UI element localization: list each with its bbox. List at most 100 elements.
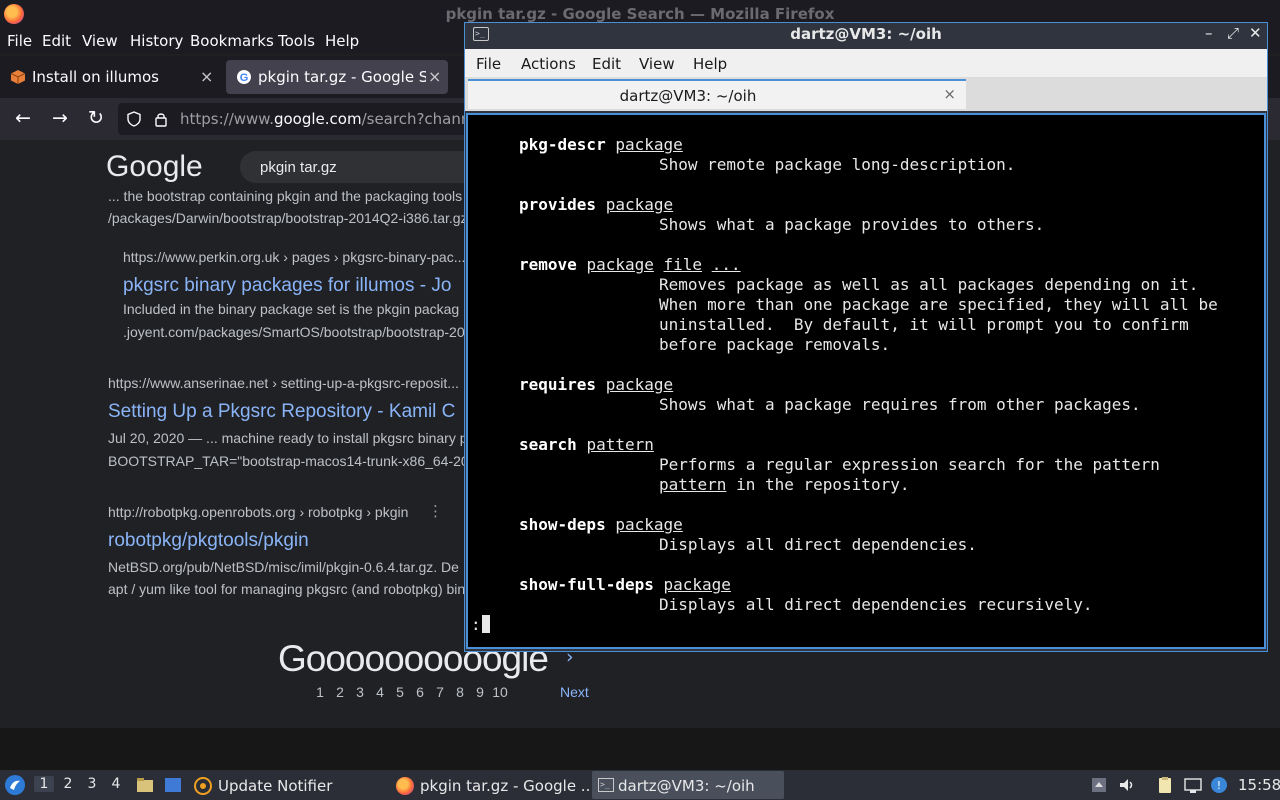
terminal-titlebar[interactable]: >_ dartz@VM3: ~/oih – ⤢ ✕	[465, 23, 1267, 45]
taskbar-update-notifier[interactable]: Update Notifier	[190, 771, 386, 799]
menu-history[interactable]: History	[130, 32, 183, 50]
result-title[interactable]: pkgsrc binary packages for illumos - Jo	[123, 275, 451, 297]
firefox-icon	[396, 777, 414, 795]
pager-numbers: 1 2 3 4 5 6 7 8 9 10	[310, 684, 510, 700]
clipboard-icon[interactable]	[1156, 776, 1174, 794]
minimize-icon[interactable]: –	[1205, 24, 1213, 42]
network-icon[interactable]	[1184, 776, 1202, 794]
terminal-cursor	[482, 615, 490, 633]
tab-install-on-illumos[interactable]: Install on illumos ×	[0, 60, 222, 94]
close-icon[interactable]: ✕	[1249, 24, 1262, 42]
result-snippet: apt / yum like tool for managing pkgsrc …	[108, 581, 466, 597]
man-entry-description: Show remote package long-description.	[659, 155, 1016, 174]
tab-close-icon[interactable]: ×	[200, 67, 213, 86]
term-menu-file[interactable]: File	[476, 55, 501, 73]
page-6[interactable]: 6	[410, 684, 430, 700]
eject-icon[interactable]	[1090, 776, 1108, 794]
show-desktop-icon[interactable]	[164, 776, 182, 794]
workspace-1[interactable]: 1	[34, 776, 54, 792]
man-entry-description: Shows what a package provides to others.	[659, 215, 1045, 234]
page-5[interactable]: 5	[390, 684, 410, 700]
result-snippet: Jul 20, 2020 — ... machine ready to inst…	[108, 430, 468, 446]
package-icon	[10, 70, 26, 84]
url-text: https://www.google.com/search?channel	[180, 110, 484, 128]
page-10[interactable]: 10	[490, 684, 510, 700]
menu-file[interactable]: File	[7, 32, 32, 50]
terminal-output[interactable]: pkg-descr package Show remote package lo…	[466, 113, 1266, 649]
menu-edit[interactable]: Edit	[42, 32, 71, 50]
shield-icon[interactable]	[126, 111, 142, 127]
taskbar: 1 2 3 4 Update Notifier pkgin tar.gz - G…	[0, 770, 1280, 800]
man-entry-description: Displays all direct dependencies recursi…	[659, 595, 1093, 614]
tab-close-icon[interactable]: ×	[428, 67, 441, 86]
result-snippet: BOOTSTRAP_TAR="bootstrap-macos14-trunk-x…	[108, 453, 469, 469]
back-icon[interactable]: ←	[15, 107, 31, 129]
man-entry-description: Shows what a package requires from other…	[659, 395, 1141, 414]
result-title[interactable]: Setting Up a Pkgsrc Repository - Kamil C	[108, 401, 455, 423]
workspace-2[interactable]: 2	[58, 776, 78, 792]
taskbar-firefox[interactable]: pkgin tar.gz - Google ...	[392, 771, 595, 799]
workspace-4[interactable]: 4	[106, 776, 126, 792]
firefox-window-title: pkgin tar.gz - Google Search — Mozilla F…	[445, 5, 835, 23]
result-snippet: ... the bootstrap containing pkgin and t…	[108, 188, 463, 204]
man-entry-description: Displays all direct dependencies.	[659, 535, 977, 554]
terminal-window: >_ dartz@VM3: ~/oih – ⤢ ✕ File Actions E…	[464, 22, 1268, 652]
taskbar-terminal[interactable]: >_ dartz@VM3: ~/oih	[592, 771, 784, 799]
lock-icon[interactable]	[154, 111, 168, 127]
maximize-icon[interactable]: ⤢	[1227, 24, 1239, 42]
menu-help[interactable]: Help	[325, 32, 359, 50]
terminal-icon: >_	[598, 778, 614, 792]
result-snippet: .joyent.com/packages/SmartOS/bootstrap/b…	[123, 324, 465, 340]
clock[interactable]: 15:58	[1238, 776, 1280, 794]
man-entry-command: show-deps package	[519, 515, 683, 534]
terminal-tab[interactable]: dartz@VM3: ~/oih ×	[468, 79, 966, 109]
page-4[interactable]: 4	[370, 684, 390, 700]
result-title[interactable]: robotpkg/pkgtools/pkgin	[108, 530, 309, 552]
tab-google-search[interactable]: G pkgin tar.gz - Google Sea ×	[226, 60, 448, 94]
man-entry-command: pkg-descr package	[519, 135, 683, 154]
notification-icon[interactable]: !	[1210, 776, 1228, 794]
pager-next-link[interactable]: Next	[560, 684, 589, 700]
menu-tools[interactable]: Tools	[278, 32, 315, 50]
page-3[interactable]: 3	[350, 684, 370, 700]
volume-icon[interactable]	[1118, 776, 1136, 794]
man-entry-description: pattern in the repository.	[659, 475, 910, 494]
term-menu-view[interactable]: View	[639, 55, 675, 73]
menu-bookmarks[interactable]: Bookmarks	[190, 32, 274, 50]
start-menu-icon[interactable]	[4, 774, 26, 796]
google-logo[interactable]: Google	[106, 150, 203, 184]
page-7[interactable]: 7	[430, 684, 450, 700]
man-entry-command: requires package	[519, 375, 674, 394]
result-snippet: /packages/Darwin/bootstrap/bootstrap-201…	[108, 210, 468, 226]
term-menu-help[interactable]: Help	[693, 55, 727, 73]
man-entry-command: provides package	[519, 195, 674, 214]
terminal-tab-close-icon[interactable]: ×	[943, 85, 956, 103]
man-entry-command: remove package file ...	[519, 255, 741, 274]
page-9[interactable]: 9	[470, 684, 490, 700]
result-cite[interactable]: https://www.perkin.org.uk › pages › pkgs…	[123, 249, 465, 265]
result-snippet: Included in the binary package set is th…	[123, 301, 460, 317]
page-1: 1	[316, 684, 324, 700]
workspace-3[interactable]: 3	[82, 776, 102, 792]
pager-prompt: :	[471, 615, 481, 634]
page-8[interactable]: 8	[450, 684, 470, 700]
more-options-icon[interactable]: ⋮	[428, 502, 443, 520]
update-notifier-icon	[194, 777, 212, 795]
man-entry-description: Performs a regular expression search for…	[659, 455, 1160, 474]
term-menu-edit[interactable]: Edit	[592, 55, 621, 73]
result-cite[interactable]: http://robotpkg.openrobots.org › robotpk…	[108, 504, 408, 520]
page-2[interactable]: 2	[330, 684, 350, 700]
reload-icon[interactable]: ↻	[88, 107, 104, 129]
man-entry-command: show-full-deps package	[519, 575, 731, 594]
forward-icon[interactable]: →	[52, 107, 68, 129]
desktop: pkgin tar.gz - Google Search — Mozilla F…	[0, 0, 1280, 800]
result-cite[interactable]: https://www.anserinae.net › setting-up-a…	[108, 375, 459, 391]
man-entry-description: uninstalled. By default, it will prompt …	[659, 315, 1189, 334]
svg-text:G: G	[240, 72, 249, 84]
svg-text:!: !	[1217, 779, 1221, 792]
tab-label: pkgin tar.gz - Google Sea	[258, 68, 426, 86]
term-menu-actions[interactable]: Actions	[521, 55, 576, 73]
menu-view[interactable]: View	[82, 32, 118, 50]
file-manager-icon[interactable]	[136, 776, 154, 794]
terminal-tabbar: dartz@VM3: ~/oih ×	[465, 77, 1267, 111]
